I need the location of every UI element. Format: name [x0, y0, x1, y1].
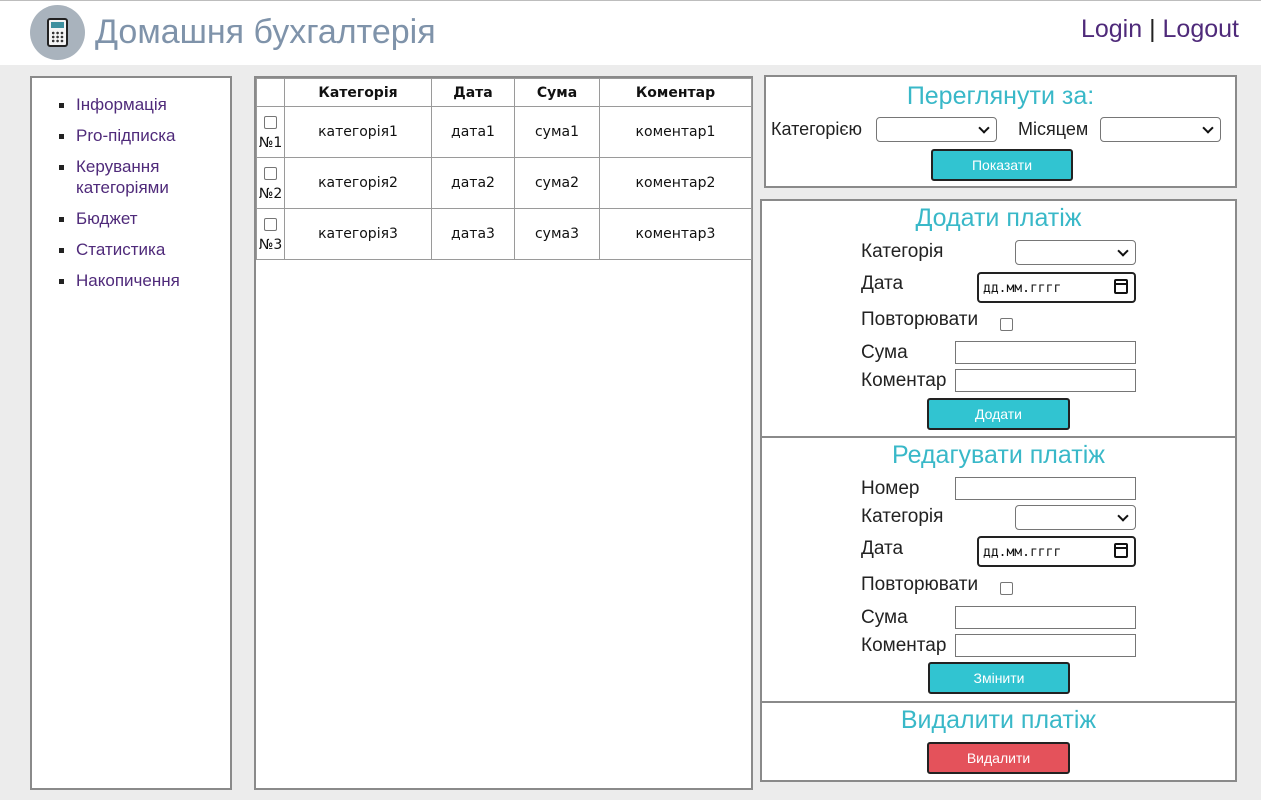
- edit-category-label: Категорія: [861, 506, 944, 527]
- site-title: Домашня бухгалтерія: [95, 13, 436, 51]
- column-header-date: Дата: [431, 78, 515, 107]
- edit-repeat-checkbox[interactable]: [1000, 582, 1013, 595]
- filter-month-label: Місяцем: [1018, 119, 1089, 139]
- edit-comment-label: Коментар: [861, 635, 947, 656]
- calendar-icon[interactable]: [1114, 279, 1128, 294]
- section-divider: [762, 436, 1235, 438]
- add-date-placeholder: дд.мм.гггг: [983, 281, 1062, 296]
- cell-date: дата2: [431, 157, 515, 209]
- sidebar-item-info[interactable]: Інформація: [32, 94, 230, 115]
- logout-link[interactable]: Logout: [1163, 15, 1239, 43]
- select-column-header: [256, 78, 285, 107]
- sidebar-item-statistics[interactable]: Статистика: [32, 239, 230, 260]
- filter-category-select[interactable]: [876, 117, 997, 142]
- auth-separator: |: [1149, 15, 1156, 43]
- cell-date: дата3: [431, 208, 515, 260]
- show-button[interactable]: Показати: [931, 149, 1073, 181]
- row-number: №3: [258, 237, 283, 253]
- table-row: №3 категорія3 дата3 сума3 коментар3: [256, 208, 752, 260]
- delete-payment-title: Видалити платіж: [900, 706, 1097, 734]
- row-select-cell: №1: [256, 106, 285, 158]
- column-header-sum: Сума: [514, 78, 600, 107]
- filter-category-label: Категорією: [771, 119, 863, 139]
- cell-category: категорія3: [284, 208, 432, 260]
- table-header-row: Категорія Дата Сума Коментар: [256, 78, 752, 107]
- row-checkbox[interactable]: [264, 116, 277, 129]
- edit-button[interactable]: Змінити: [928, 662, 1070, 694]
- row-select-cell: №3: [256, 208, 285, 260]
- filter-month-select[interactable]: [1100, 117, 1221, 142]
- cell-category: категорія2: [284, 157, 432, 209]
- view-filter-title: Переглянути за:: [906, 82, 1095, 110]
- edit-date-label: Дата: [861, 538, 904, 559]
- calculator-icon: [30, 5, 85, 60]
- cell-comment: коментар2: [599, 157, 752, 209]
- payments-table: Категорія Дата Сума Коментар №1 категорі…: [256, 78, 752, 260]
- sidebar-item-budget[interactable]: Бюджет: [32, 208, 230, 229]
- cell-sum: сума2: [514, 157, 600, 209]
- edit-number-label: Номер: [861, 478, 920, 499]
- cell-sum: сума1: [514, 106, 600, 158]
- header: Домашня бухгалтерія Login | Logout: [0, 0, 1261, 65]
- payment-actions-panel: Додати платіж Категорія Дата дд.мм.гггг …: [760, 199, 1237, 782]
- cell-sum: сума3: [514, 208, 600, 260]
- add-category-label: Категорія: [861, 241, 944, 262]
- edit-date-placeholder: дд.мм.гггг: [983, 545, 1062, 560]
- sidebar-item-categories[interactable]: Керування категоріями: [32, 156, 230, 198]
- edit-payment-title: Редагувати платіж: [892, 441, 1105, 469]
- column-header-comment: Коментар: [599, 78, 752, 107]
- edit-repeat-label: Повторювати: [861, 574, 979, 595]
- edit-comment-input[interactable]: [955, 634, 1136, 657]
- add-button[interactable]: Додати: [927, 398, 1070, 430]
- add-date-label: Дата: [861, 273, 904, 294]
- row-checkbox[interactable]: [264, 218, 277, 231]
- section-divider: [762, 701, 1235, 703]
- table-row: №2 категорія2 дата2 сума2 коментар2: [256, 157, 752, 209]
- sidebar: Інформація Pro-підписка Керування катего…: [30, 76, 232, 790]
- row-select-cell: №2: [256, 157, 285, 209]
- auth-links: Login | Logout: [1081, 15, 1239, 44]
- add-repeat-label: Повторювати: [861, 309, 979, 330]
- table-row: №1 категорія1 дата1 сума1 коментар1: [256, 106, 752, 158]
- edit-category-select[interactable]: [1015, 505, 1136, 530]
- add-payment-title: Додати платіж: [915, 204, 1082, 232]
- add-repeat-checkbox[interactable]: [1000, 318, 1013, 331]
- row-number: №1: [258, 135, 283, 151]
- calendar-icon[interactable]: [1114, 543, 1128, 558]
- add-sum-label: Сума: [861, 342, 908, 363]
- row-checkbox[interactable]: [264, 167, 277, 180]
- edit-sum-input[interactable]: [955, 606, 1136, 629]
- cell-comment: коментар1: [599, 106, 752, 158]
- payments-table-panel: Категорія Дата Сума Коментар №1 категорі…: [254, 76, 753, 790]
- add-date-input[interactable]: дд.мм.гггг: [977, 272, 1136, 303]
- edit-sum-label: Сума: [861, 607, 908, 628]
- cell-date: дата1: [431, 106, 515, 158]
- sidebar-item-pro-subscription[interactable]: Pro-підписка: [32, 125, 230, 146]
- add-sum-input[interactable]: [955, 341, 1136, 364]
- cell-category: категорія1: [284, 106, 432, 158]
- login-link[interactable]: Login: [1081, 15, 1142, 43]
- sidebar-item-savings[interactable]: Накопичення: [32, 270, 230, 291]
- column-header-category: Категорія: [284, 78, 432, 107]
- cell-comment: коментар3: [599, 208, 752, 260]
- delete-button[interactable]: Видалити: [927, 742, 1070, 774]
- edit-date-input[interactable]: дд.мм.гггг: [977, 536, 1136, 567]
- view-filter-panel: Переглянути за: Категорією Місяцем Показ…: [764, 75, 1237, 188]
- sidebar-menu: Інформація Pro-підписка Керування катего…: [32, 78, 230, 291]
- row-number: №2: [258, 186, 283, 202]
- add-comment-label: Коментар: [861, 370, 947, 391]
- edit-number-input[interactable]: [955, 477, 1136, 500]
- add-comment-input[interactable]: [955, 369, 1136, 392]
- add-category-select[interactable]: [1015, 240, 1136, 265]
